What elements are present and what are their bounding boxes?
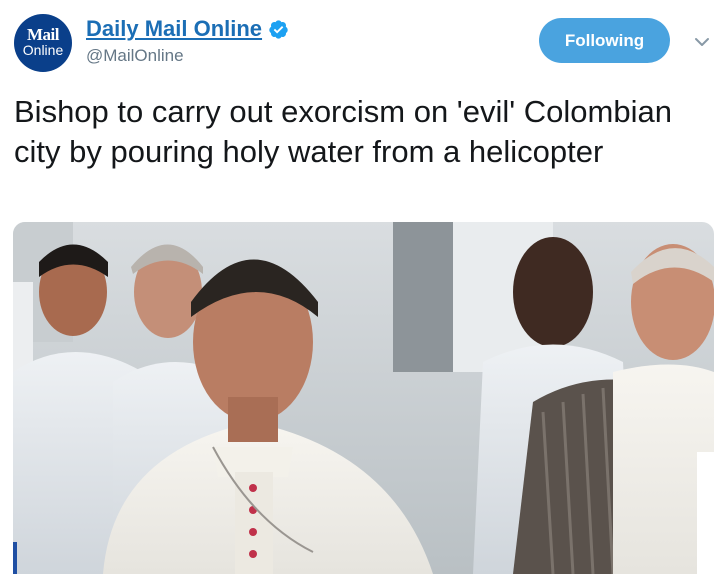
tweet-media-photo[interactable] [13,222,714,574]
account-display-name[interactable]: Daily Mail Online [86,16,262,42]
account-handle[interactable]: @MailOnline [86,46,184,66]
avatar-logo-line2: Online [22,42,64,58]
avatar-logo-line1: Mail [27,25,60,44]
following-button[interactable]: Following [539,18,670,63]
photo-illustration [13,222,714,574]
tweet-text: Bishop to carry out exorcism on 'evil' C… [14,94,672,169]
avatar[interactable]: Mail Online [14,14,72,72]
tweet-card: Mail Online Daily Mail Online @MailOnlin… [0,0,726,581]
chevron-down-icon[interactable] [694,36,710,48]
account-name-row: Daily Mail Online [86,14,289,44]
verified-badge-icon [269,19,288,39]
